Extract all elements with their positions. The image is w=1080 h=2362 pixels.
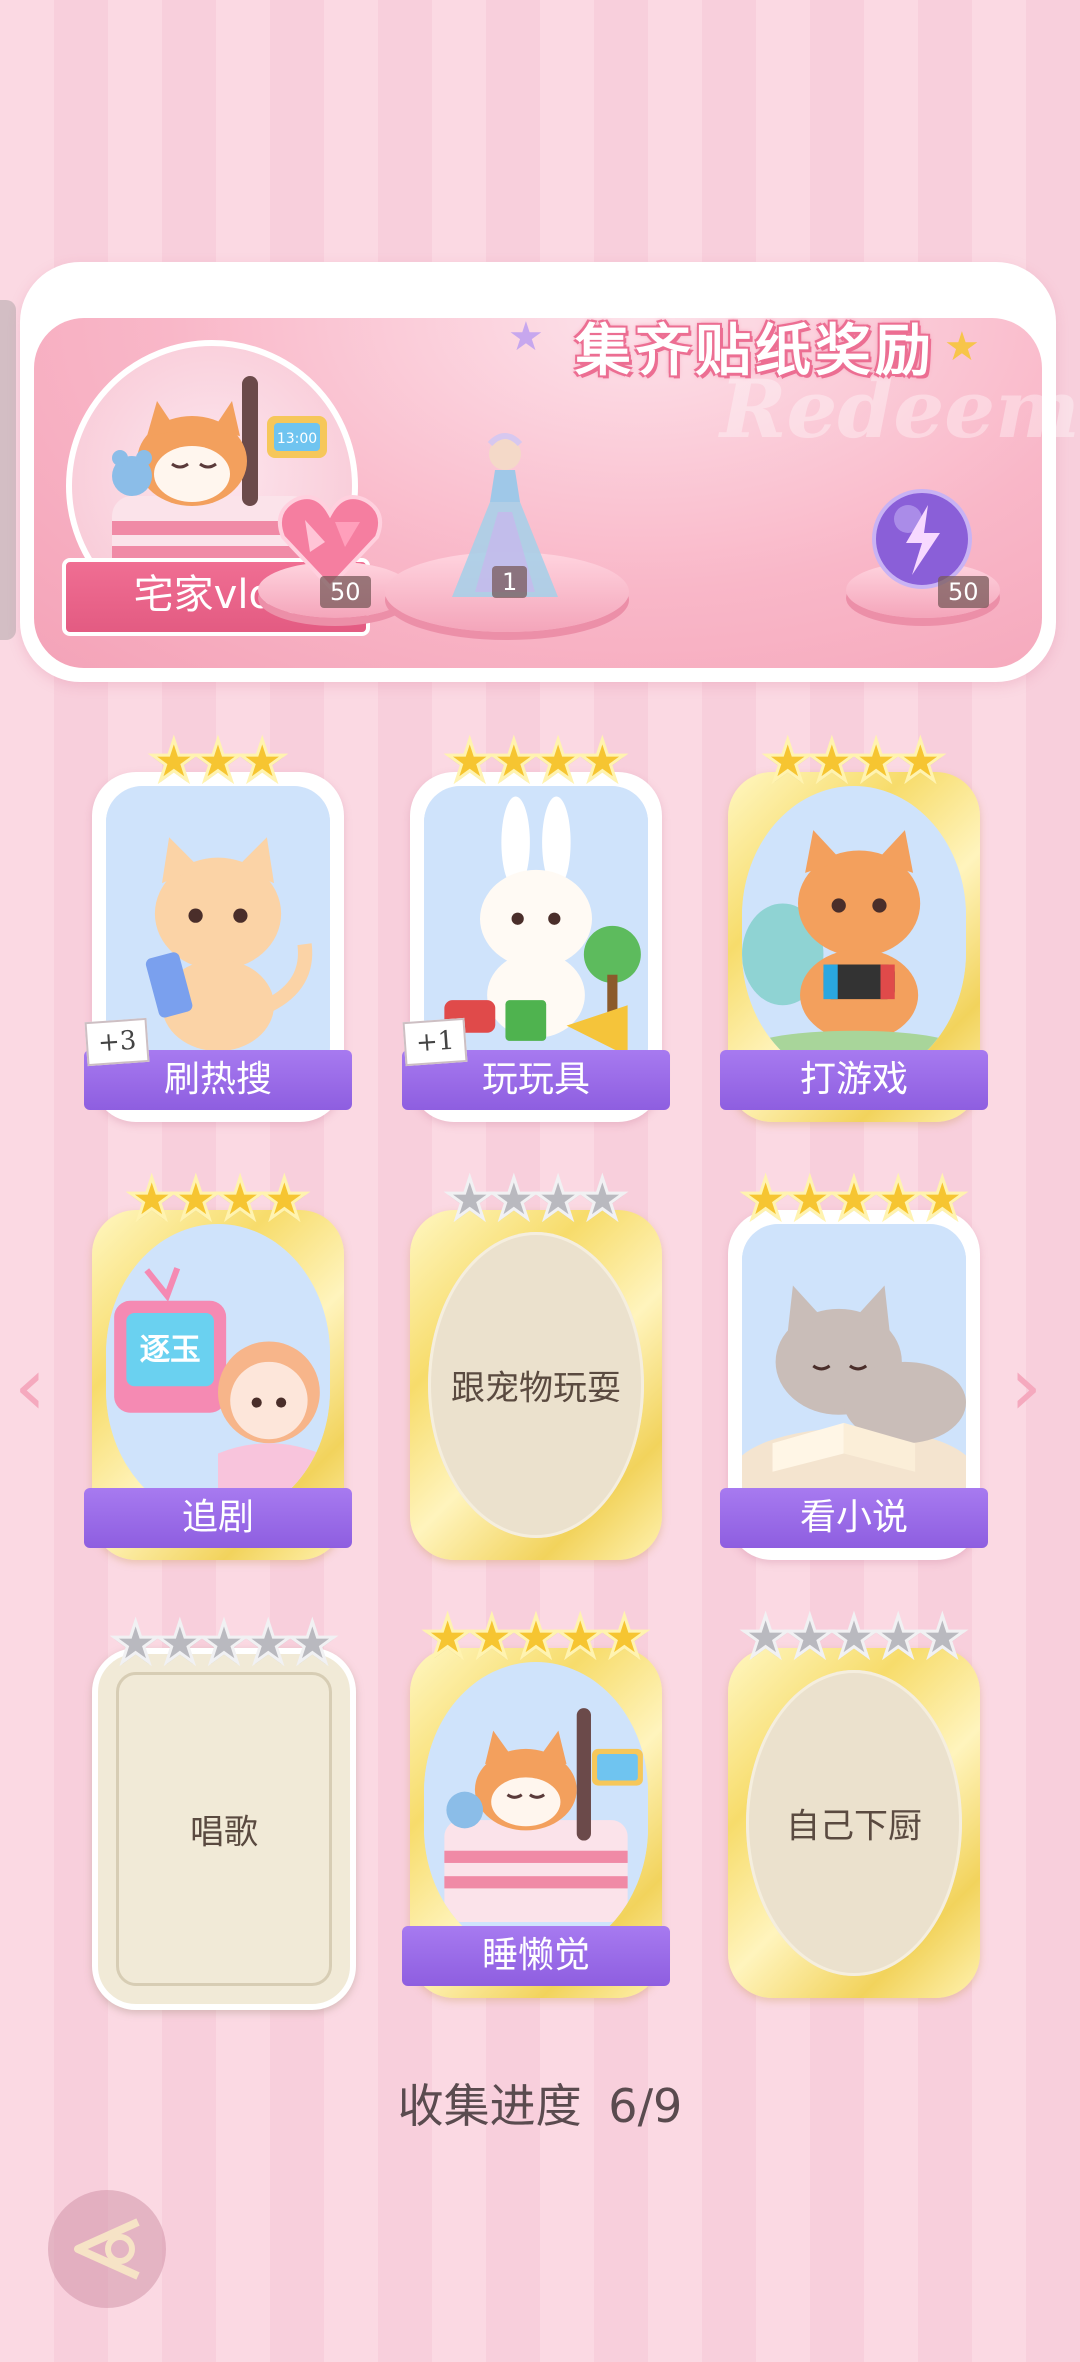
star-icon: ★: [531, 729, 584, 794]
star-icon: ★: [443, 729, 496, 794]
side-edge-tab[interactable]: [0, 300, 16, 640]
reward-count: 1: [492, 566, 528, 598]
svg-text:13:00: 13:00: [277, 431, 317, 447]
sticker-card[interactable]: 逐玉 追剧 ★ ★ ★ ★: [84, 1170, 352, 1560]
star-icon: ★: [576, 1167, 629, 1232]
star-icon: ★: [443, 1167, 496, 1232]
star-rating: ★ ★ ★ ★ ★: [728, 1167, 980, 1232]
star-icon: ★: [576, 729, 629, 794]
star-rating: ★ ★ ★: [92, 729, 344, 794]
back-arrow-icon: [74, 2218, 140, 2280]
star-icon: ★: [286, 1611, 339, 1676]
back-button[interactable]: [48, 2190, 166, 2308]
star-rating: ★ ★ ★ ★: [92, 1167, 344, 1232]
star-icon: ★: [197, 1611, 250, 1676]
star-icon: ★: [783, 1167, 836, 1232]
reward-count: 50: [938, 576, 989, 608]
star-icon: ★: [783, 1605, 836, 1670]
star-icon: ★: [487, 1167, 540, 1232]
star-rating: ★ ★ ★ ★: [410, 1167, 662, 1232]
svg-text:逐玉: 逐玉: [140, 1332, 201, 1368]
sticker-card-locked[interactable]: 自己下厨 ★ ★ ★ ★ ★: [728, 1608, 980, 1998]
star-icon: ★: [191, 729, 244, 794]
star-icon: ★: [213, 1167, 266, 1232]
star-rating: ★ ★ ★ ★: [728, 729, 980, 794]
star-icon: ★: [739, 1605, 792, 1670]
sticker-card-locked[interactable]: 跟宠物玩耍 ★ ★ ★ ★: [410, 1170, 662, 1560]
sticker-art-dog-bed: [424, 1662, 648, 1958]
sparkle-icon: ★: [508, 314, 544, 360]
reward-count: 50: [320, 576, 371, 608]
star-icon: ★: [554, 1605, 607, 1670]
star-rating: ★ ★ ★ ★ ★: [98, 1611, 350, 1676]
star-icon: ★: [465, 1605, 518, 1670]
progress-label: 收集进度: [397, 2079, 582, 2133]
sticker-art-girl-tv: 逐玉: [106, 1224, 330, 1520]
sticker-card[interactable]: 看小说 ★ ★ ★ ★ ★: [720, 1170, 988, 1560]
star-icon: ★: [916, 1605, 969, 1670]
next-page-arrow-icon[interactable]: ›: [1010, 1340, 1042, 1433]
star-icon: ★: [872, 1167, 925, 1232]
star-rating: ★ ★ ★ ★ ★: [410, 1605, 662, 1670]
sticker-label: 唱歌: [190, 1812, 258, 1853]
reward-banner: Redeem ★ ★ 集齐贴纸奖励 13:00 宅家vlog 50 1 50: [20, 262, 1080, 682]
star-icon: ★: [421, 1605, 474, 1670]
star-icon: ★: [872, 1605, 925, 1670]
star-icon: ★: [109, 1611, 162, 1676]
collection-progress: 收集进度 6/9: [0, 2070, 1080, 2136]
star-icon: ★: [236, 729, 289, 794]
sticker-label: 打游戏: [720, 1050, 988, 1110]
star-icon: ★: [805, 729, 858, 794]
sticker-label: 追剧: [84, 1488, 352, 1548]
sticker-label: 看小说: [720, 1488, 988, 1548]
progress-value: 6/9: [608, 2079, 683, 2133]
star-rating: ★ ★ ★ ★: [410, 729, 662, 794]
star-icon: ★: [849, 729, 902, 794]
star-icon: ★: [487, 729, 540, 794]
star-icon: ★: [894, 729, 947, 794]
star-icon: ★: [761, 729, 814, 794]
sticker-card-locked[interactable]: 唱歌 ★ ★ ★ ★ ★: [92, 1614, 356, 2010]
star-icon: ★: [827, 1167, 880, 1232]
star-icon: ★: [169, 1167, 222, 1232]
sticker-card[interactable]: 刷热搜 +3 ★ ★ ★: [84, 732, 352, 1122]
sparkle-icon: ★: [944, 324, 980, 370]
star-icon: ★: [739, 1167, 792, 1232]
sticker-card[interactable]: 打游戏 ★ ★ ★ ★: [720, 732, 988, 1122]
sticker-label: 跟宠物玩耍: [451, 1368, 621, 1409]
duplicate-count-badge: +1: [402, 1017, 468, 1067]
star-icon: ★: [598, 1605, 651, 1670]
duplicate-count-badge: +3: [84, 1017, 150, 1067]
star-icon: ★: [242, 1611, 295, 1676]
prev-page-arrow-icon[interactable]: ‹: [14, 1340, 46, 1433]
star-icon: ★: [827, 1605, 880, 1670]
banner-title: 集齐贴纸奖励: [575, 318, 935, 384]
star-icon: ★: [125, 1167, 178, 1232]
star-icon: ★: [153, 1611, 206, 1676]
star-icon: ★: [916, 1167, 969, 1232]
star-rating: ★ ★ ★ ★ ★: [728, 1605, 980, 1670]
star-icon: ★: [258, 1167, 311, 1232]
sticker-art-cat-book: [742, 1224, 966, 1520]
sticker-card[interactable]: 玩玩具 +1 ★ ★ ★ ★: [402, 732, 670, 1122]
star-icon: ★: [509, 1605, 562, 1670]
sticker-label: 自己下厨: [786, 1806, 922, 1847]
star-icon: ★: [147, 729, 200, 794]
sticker-art-cat-game: [742, 786, 966, 1082]
sticker-card[interactable]: 睡懒觉 ★ ★ ★ ★ ★: [402, 1608, 670, 1998]
sticker-label: 睡懒觉: [402, 1926, 670, 1986]
star-icon: ★: [531, 1167, 584, 1232]
